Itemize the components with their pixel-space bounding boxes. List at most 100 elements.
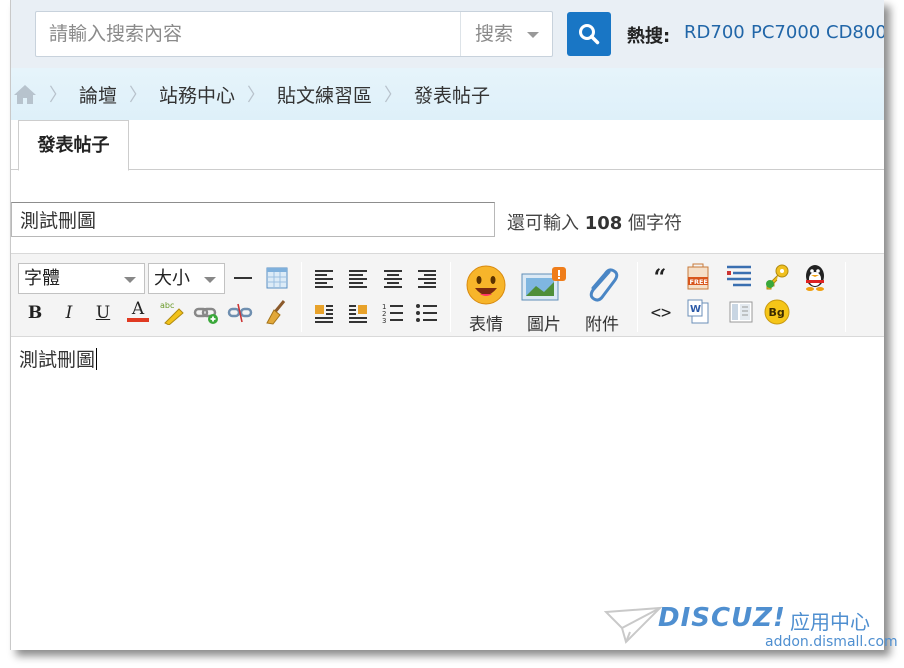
unlink-icon xyxy=(227,303,253,323)
float-right-button[interactable] xyxy=(344,299,372,327)
hide-content-button[interactable] xyxy=(725,263,753,291)
key-icon xyxy=(766,264,789,290)
breadcrumb-forum[interactable]: 論壇 xyxy=(79,81,117,108)
toolbar-divider xyxy=(450,262,451,332)
text-cursor xyxy=(96,348,98,370)
table-icon xyxy=(266,267,288,289)
align-left-button[interactable] xyxy=(310,264,338,292)
search-button[interactable] xyxy=(567,12,611,56)
insert-link-button[interactable] xyxy=(192,299,220,327)
editor-toolbar: 字體 大小 B I U A abc 1 2 3 表情 圖片 附件 “ FREE … xyxy=(11,253,884,337)
hot-link-cd800a[interactable]: CD800a xyxy=(826,22,884,43)
float-left-icon xyxy=(315,305,333,323)
columns-icon xyxy=(729,301,753,323)
background-button[interactable]: Bg xyxy=(763,298,791,326)
breadcrumb-practice-area[interactable]: 貼文練習區 xyxy=(277,81,372,108)
float-left-button[interactable] xyxy=(310,299,338,327)
free-button[interactable]: FREE xyxy=(684,263,712,291)
quote-button[interactable]: “ xyxy=(646,264,674,292)
background-icon: Bg xyxy=(764,299,790,325)
breadcrumb-site-center[interactable]: 站務中心 xyxy=(159,81,235,108)
font-size-label: 大小 xyxy=(154,268,190,289)
columns-button[interactable] xyxy=(727,298,755,326)
paperclip-icon xyxy=(589,268,619,302)
qq-button[interactable] xyxy=(801,263,829,291)
chevron-down-icon xyxy=(204,277,216,283)
hot-link-rd700[interactable]: RD700 xyxy=(684,22,745,43)
breadcrumb-current: 發表帖子 xyxy=(414,84,491,107)
title-char-hint: 還可輸入 108 個字符 xyxy=(507,209,682,235)
tab-new-post[interactable]: 發表帖子 xyxy=(18,120,129,171)
emoji-button[interactable]: 表情 xyxy=(460,262,512,335)
toolbar-divider xyxy=(301,262,302,332)
attachment-button[interactable]: 附件 xyxy=(576,262,628,335)
link-icon xyxy=(193,307,218,324)
svg-text:Bg: Bg xyxy=(769,306,785,319)
font-color-button[interactable]: A xyxy=(124,297,152,325)
image-label: 圖片 xyxy=(527,315,561,335)
breadcrumb: 〉 論壇 〉 站務中心 〉 貼文練習區 〉 發表帖子 xyxy=(11,68,884,120)
chevron-down-icon xyxy=(124,277,136,283)
font-color-label: A xyxy=(131,299,145,319)
highlight-button[interactable]: abc xyxy=(158,298,186,326)
underline-button[interactable]: U xyxy=(89,299,117,327)
hot-link-pc7000[interactable]: PC7000 xyxy=(751,22,820,43)
word-document-icon: W xyxy=(687,299,709,324)
attachment-label: 附件 xyxy=(585,315,619,335)
watermark: DISCUZ! 应用中心 addon.dismall.com xyxy=(600,600,898,660)
align-justify-icon xyxy=(349,270,367,288)
font-family-label: 字體 xyxy=(24,268,60,289)
align-right-button[interactable] xyxy=(413,264,441,292)
align-center-icon xyxy=(384,270,402,288)
svg-text:abc: abc xyxy=(160,301,174,310)
align-justify-button[interactable] xyxy=(344,264,372,292)
align-center-button[interactable] xyxy=(379,264,407,292)
image-button[interactable]: 圖片 xyxy=(518,262,570,335)
search-box: 搜索 xyxy=(35,11,553,57)
hint-suffix: 個字符 xyxy=(628,213,683,234)
toolbar-divider xyxy=(637,262,638,332)
password-button[interactable] xyxy=(763,263,791,291)
search-type-select[interactable]: 搜索 xyxy=(460,12,553,56)
unordered-list-icon xyxy=(416,304,437,322)
emoji-label: 表情 xyxy=(469,315,503,335)
breadcrumb-separator: 〉 xyxy=(49,85,67,106)
home-icon[interactable] xyxy=(13,83,37,105)
hot-search-label: 熱搜: xyxy=(627,26,671,47)
free-tag-icon: FREE xyxy=(687,263,709,290)
font-family-select[interactable]: 字體 xyxy=(18,263,145,294)
breadcrumb-separator: 〉 xyxy=(129,85,148,106)
svg-text:FREE: FREE xyxy=(690,278,708,286)
search-icon xyxy=(579,24,600,45)
svg-text:3: 3 xyxy=(382,317,386,324)
hint-prefix: 還可輸入 xyxy=(507,213,579,234)
breadcrumb-separator: 〉 xyxy=(384,85,403,106)
editor-content: 測試刪圖 xyxy=(19,349,96,371)
horizontal-rule-button[interactable] xyxy=(229,264,257,292)
chevron-down-icon xyxy=(527,32,539,38)
paper-plane-icon xyxy=(604,606,663,644)
horizontal-rule-icon xyxy=(234,277,252,279)
search-type-label: 搜索 xyxy=(475,23,514,45)
unlink-button[interactable] xyxy=(226,299,254,327)
toolbar-divider xyxy=(845,262,846,332)
search-input[interactable] xyxy=(36,12,460,56)
tab-bar: 發表帖子 xyxy=(11,120,884,171)
watermark-brand: DISCUZ! xyxy=(658,603,786,633)
unordered-list-button[interactable] xyxy=(413,299,441,327)
bold-button[interactable]: B xyxy=(21,299,49,327)
float-right-icon xyxy=(349,305,367,323)
font-size-select[interactable]: 大小 xyxy=(148,263,225,294)
ordered-list-button[interactable]: 123 xyxy=(379,299,407,327)
broom-icon xyxy=(266,300,286,325)
table-button[interactable] xyxy=(263,264,291,292)
ordered-list-icon: 123 xyxy=(382,303,403,324)
breadcrumb-separator: 〉 xyxy=(247,85,266,106)
svg-text:W: W xyxy=(690,304,701,315)
paste-word-button[interactable]: W xyxy=(684,298,712,326)
italic-button[interactable]: I xyxy=(55,299,83,327)
title-input[interactable] xyxy=(11,202,495,237)
code-button[interactable]: <> xyxy=(647,299,675,327)
clear-format-button[interactable] xyxy=(262,298,290,326)
align-right-icon xyxy=(418,270,436,288)
